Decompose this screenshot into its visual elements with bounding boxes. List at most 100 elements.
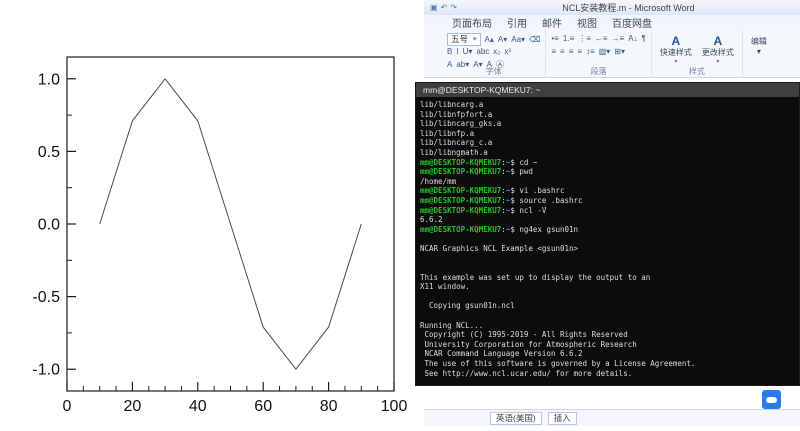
borders-icon[interactable]: ⊞▾ (614, 47, 625, 57)
align-left-icon[interactable]: ≡ (551, 47, 556, 57)
ribbon-tab-5[interactable]: 百度网盘 (612, 15, 652, 30)
underline-icon[interactable]: U▾ (463, 47, 473, 57)
prompt-user: mm@DESKTOP-KQMEKU7 (420, 206, 501, 215)
terminal-output-line (420, 311, 799, 321)
paragraph-group-label: 段落 (546, 66, 650, 77)
prompt-user: mm@DESKTOP-KQMEKU7 (420, 186, 501, 195)
justify-icon[interactable]: ≡ (577, 47, 582, 57)
terminal-output-line (420, 234, 799, 244)
cloud-icon (766, 397, 777, 403)
shading-icon[interactable]: ▨▾ (599, 47, 611, 57)
prompt-user: mm@DESKTOP-KQMEKU7 (420, 167, 501, 176)
font-size-value: 五号 (451, 33, 468, 45)
status-insert-mode[interactable]: 插入 (548, 412, 577, 425)
terminal-output-line: University Corporation for Atmospheric R… (420, 340, 799, 350)
ribbon-tab-2[interactable]: 引用 (507, 15, 527, 30)
word-window-title: NCL安装教程.m - Microsoft Word (457, 1, 800, 14)
terminal-output-line: NCAR Command Language Version 6.6.2 (420, 349, 799, 359)
chevron-down-icon: ▾ (757, 47, 761, 56)
chevron-down-icon: ▾ (473, 35, 477, 43)
baidu-netdisk-icon[interactable] (762, 390, 781, 409)
redo-icon[interactable]: ↷ (450, 3, 457, 12)
prompt-user: mm@DESKTOP-KQMEKU7 (420, 225, 501, 234)
ribbon-group-paragraph: •≡1.≡⋮≡←≡→≡A↓¶ ≡≡≡≡↕≡▨▾⊞▾ 段落 (546, 30, 651, 77)
font-group-label: 字体 (442, 66, 545, 77)
line-spacing-icon[interactable]: ↕≡ (586, 47, 595, 57)
terminal-output-line (420, 292, 799, 302)
x-tick-label: 20 (124, 398, 142, 415)
font-icons-row1: A▴ A▾ Aa▾ ⌫ (485, 34, 541, 46)
prompt-command: $ pwd (510, 167, 533, 176)
styled-a-icon: A (714, 35, 723, 47)
multilevel-list-icon[interactable]: ⋮≡ (578, 34, 591, 44)
shrink-font-icon[interactable]: A▾ (498, 35, 507, 45)
change-case-icon[interactable]: Aa▾ (511, 35, 525, 45)
editing-button-label: 编辑 (751, 36, 767, 47)
y-tick-label: -1.0 (32, 362, 60, 379)
superscript-icon[interactable]: x² (504, 47, 511, 57)
save-icon[interactable]: ▣ (430, 3, 438, 12)
y-tick-label: 1.0 (38, 71, 60, 88)
terminal-output-line (420, 263, 799, 273)
terminal-output-line: lib/libnfpfort.a (420, 110, 799, 120)
style-button-label: 更改样式 (702, 47, 734, 58)
font-size-dropdown[interactable]: 五号 ▾ (447, 33, 481, 46)
increase-indent-icon[interactable]: →≡ (612, 34, 625, 44)
terminal-output-line: See http://www.ncl.ucar.edu/ for more de… (420, 369, 799, 379)
decrease-indent-icon[interactable]: ←≡ (595, 34, 608, 44)
quick-styles-button[interactable]: A快速样式▾ (657, 35, 695, 65)
styles-group-label: 样式 (652, 66, 742, 77)
pilcrow-icon[interactable]: ¶ (642, 34, 646, 44)
line-chart: 020406080100-1.0-0.50.00.51.0 (0, 0, 424, 426)
x-tick-label: 100 (381, 398, 408, 415)
editing-dropdown-button[interactable]: 编辑 ▾ (748, 36, 770, 56)
prompt-user: mm@DESKTOP-KQMEKU7 (420, 196, 501, 205)
prompt-command: $ source .bashrc (510, 196, 582, 205)
align-center-icon[interactable]: ≡ (560, 47, 565, 57)
sort-icon[interactable]: A↓ (628, 34, 637, 44)
bullets-icon[interactable]: •≡ (551, 34, 558, 44)
word-statusbar: 英语(美国) 插入 (424, 409, 800, 426)
plot-curve (100, 79, 362, 369)
numbering-icon[interactable]: 1.≡ (563, 34, 574, 44)
terminal-prompt-line: mm@DESKTOP-KQMEKU7:~$ ncl -V (420, 206, 799, 216)
ribbon-group-font: 五号 ▾ A▴A▾Aa▾⌫ BIU▾abcx₂x² Aab▾A▾AⒶ 字体 (442, 30, 546, 77)
strikethrough-icon[interactable]: abc (476, 47, 489, 57)
undo-icon[interactable]: ↶ (441, 3, 448, 12)
change-styles-button[interactable]: A更改样式▾ (699, 35, 737, 65)
terminal-output-line: NCAR Graphics NCL Example <gsun01n> (420, 244, 799, 254)
terminal-output-line: lib/libncarg_c.a (420, 138, 799, 148)
terminal-output-line: X11 window. (420, 282, 799, 292)
align-right-icon[interactable]: ≡ (569, 47, 574, 57)
desktop: { "word": { "title": "NCL安装教程.m - Micros… (0, 0, 800, 426)
bold-icon[interactable]: B (447, 47, 452, 57)
terminal-prompt-line: mm@DESKTOP-KQMEKU7:~$ vi .bashrc (420, 186, 799, 196)
ribbon-tab-1[interactable]: 页面布局 (452, 15, 492, 30)
chevron-down-icon: ▾ (716, 58, 719, 65)
terminal-output[interactable]: lib/libncarg.alib/libnfpfort.alib/libnca… (416, 97, 799, 378)
word-titlebar[interactable]: ▣↶↷ NCL安装教程.m - Microsoft Word (424, 0, 800, 16)
ribbon-tab-3[interactable]: 邮件 (542, 15, 562, 30)
x-tick-label: 60 (254, 398, 272, 415)
terminal-output-line: lib/libngmath.a (420, 148, 799, 158)
x-tick-label: 0 (63, 398, 72, 415)
terminal-output-line (420, 254, 799, 264)
grow-font-icon[interactable]: A▴ (485, 35, 494, 45)
terminal-titlebar[interactable]: mm@DESKTOP-KQMEKU7: ~ (416, 83, 799, 97)
italic-icon[interactable]: I (456, 47, 458, 57)
quick-access-toolbar: ▣↶↷ (430, 3, 457, 12)
prompt-command: $ ncl -V (510, 206, 546, 215)
prompt-command: $ vi .bashrc (510, 186, 564, 195)
ribbon-tab-4[interactable]: 视图 (577, 15, 597, 30)
paragraph-icons-row2: ≡≡≡≡↕≡▨▾⊞▾ (551, 46, 645, 58)
terminal-output-line: lib/libncarg_gks.a (420, 119, 799, 129)
y-tick-label: 0.0 (38, 217, 60, 234)
clear-formatting-icon[interactable]: ⌫ (529, 35, 540, 45)
terminal-prompt-line: mm@DESKTOP-KQMEKU7:~$ pwd (420, 167, 799, 177)
subscript-icon[interactable]: x₂ (493, 47, 500, 57)
status-language[interactable]: 英语(美国) (490, 412, 542, 425)
chevron-down-icon: ▾ (674, 58, 677, 65)
x-tick-label: 80 (320, 398, 338, 415)
terminal-window: mm@DESKTOP-KQMEKU7: ~ lib/libncarg.alib/… (415, 82, 800, 386)
styled-a-icon: A (672, 35, 681, 47)
